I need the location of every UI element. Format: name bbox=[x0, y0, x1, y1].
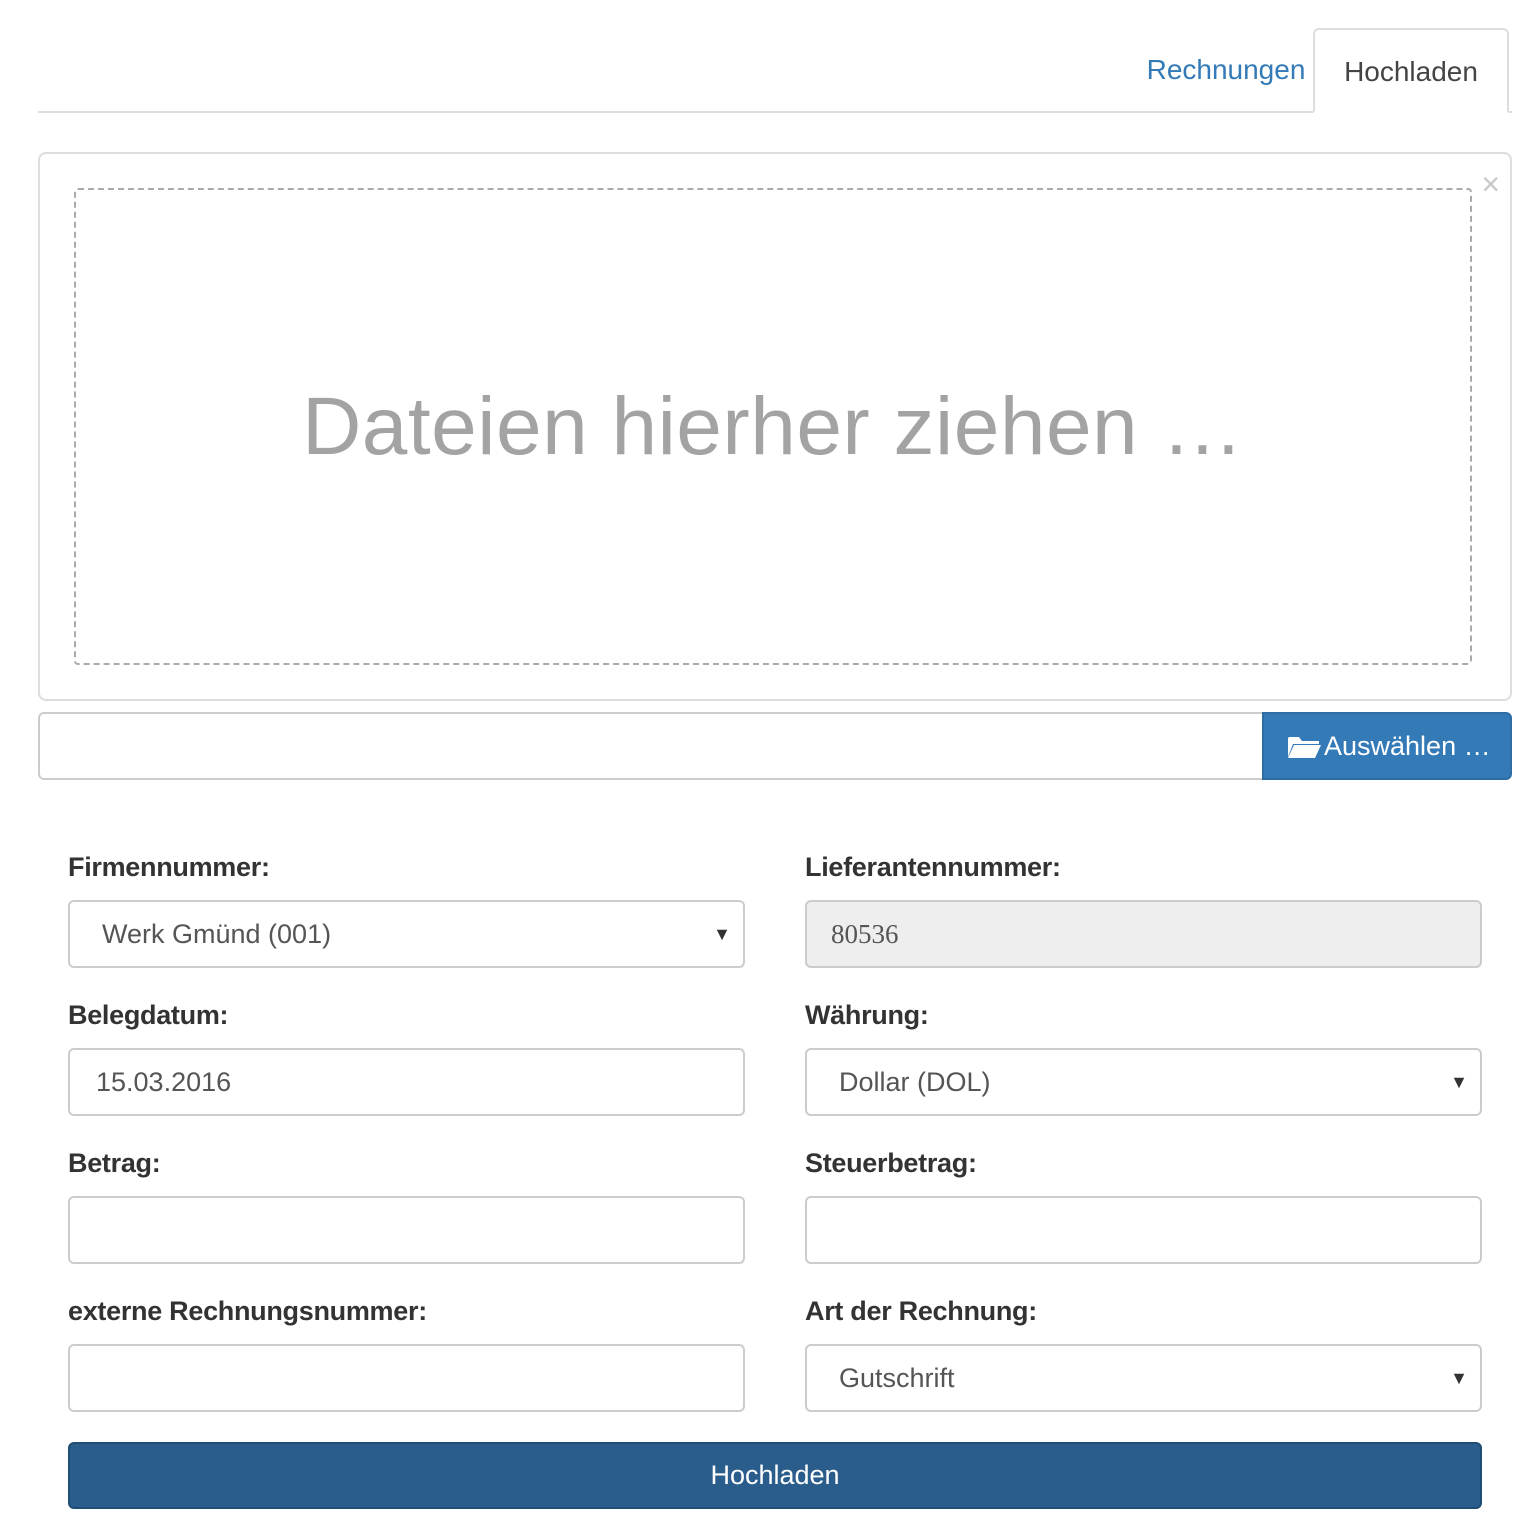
invoice-type-label: Art der Rechnung: bbox=[805, 1296, 1037, 1326]
browse-button-label: Auswählen … bbox=[1324, 730, 1491, 761]
document-date-input[interactable]: 15.03.2016 bbox=[68, 1048, 745, 1116]
invoice-type-value: Gutschrift bbox=[839, 1363, 955, 1393]
chevron-down-icon: ▼ bbox=[713, 924, 731, 944]
tax-amount-input[interactable] bbox=[805, 1196, 1482, 1264]
currency-label: Währung: bbox=[805, 1000, 929, 1030]
file-input-group: Auswählen … bbox=[38, 712, 1512, 780]
tax-amount-label: Steuerbetrag: bbox=[805, 1148, 977, 1178]
file-caption-field[interactable] bbox=[38, 712, 1264, 780]
currency-value: Dollar (DOL) bbox=[839, 1067, 991, 1097]
external-invoice-number-label: externe Rechnungsnummer: bbox=[68, 1296, 427, 1326]
external-invoice-number-input[interactable] bbox=[68, 1344, 745, 1412]
tab-upload[interactable]: Hochladen bbox=[1313, 28, 1509, 113]
chevron-down-icon: ▼ bbox=[1450, 1072, 1468, 1092]
invoice-type-select[interactable]: Gutschrift ▼ bbox=[805, 1344, 1482, 1412]
folder-open-icon bbox=[1288, 737, 1321, 758]
supplier-number-value: 80536 bbox=[831, 919, 899, 949]
amount-input[interactable] bbox=[68, 1196, 745, 1264]
currency-select[interactable]: Dollar (DOL) ▼ bbox=[805, 1048, 1482, 1116]
file-drop-panel: × Dateien hierher ziehen … bbox=[38, 152, 1512, 701]
close-icon[interactable]: × bbox=[1481, 168, 1500, 200]
drop-zone[interactable]: Dateien hierher ziehen … bbox=[74, 188, 1472, 665]
document-date-value: 15.03.2016 bbox=[96, 1067, 232, 1097]
browse-button[interactable]: Auswählen … bbox=[1262, 712, 1512, 780]
tab-invoices[interactable]: Rechnungen bbox=[1108, 28, 1344, 111]
chevron-down-icon: ▼ bbox=[1450, 1368, 1468, 1388]
company-number-label: Firmennummer: bbox=[68, 852, 270, 882]
document-date-label: Belegdatum: bbox=[68, 1000, 229, 1030]
amount-label: Betrag: bbox=[68, 1148, 161, 1178]
drop-zone-text: Dateien hierher ziehen … bbox=[302, 380, 1244, 472]
supplier-number-label: Lieferantennummer: bbox=[805, 852, 1061, 882]
upload-submit-button[interactable]: Hochladen bbox=[68, 1442, 1482, 1509]
tab-bar: Rechnungen Hochladen bbox=[38, 28, 1512, 113]
company-number-value: Werk Gmünd (001) bbox=[102, 919, 332, 949]
company-number-select[interactable]: Werk Gmünd (001) ▼ bbox=[68, 900, 745, 968]
supplier-number-field: 80536 bbox=[805, 900, 1482, 968]
